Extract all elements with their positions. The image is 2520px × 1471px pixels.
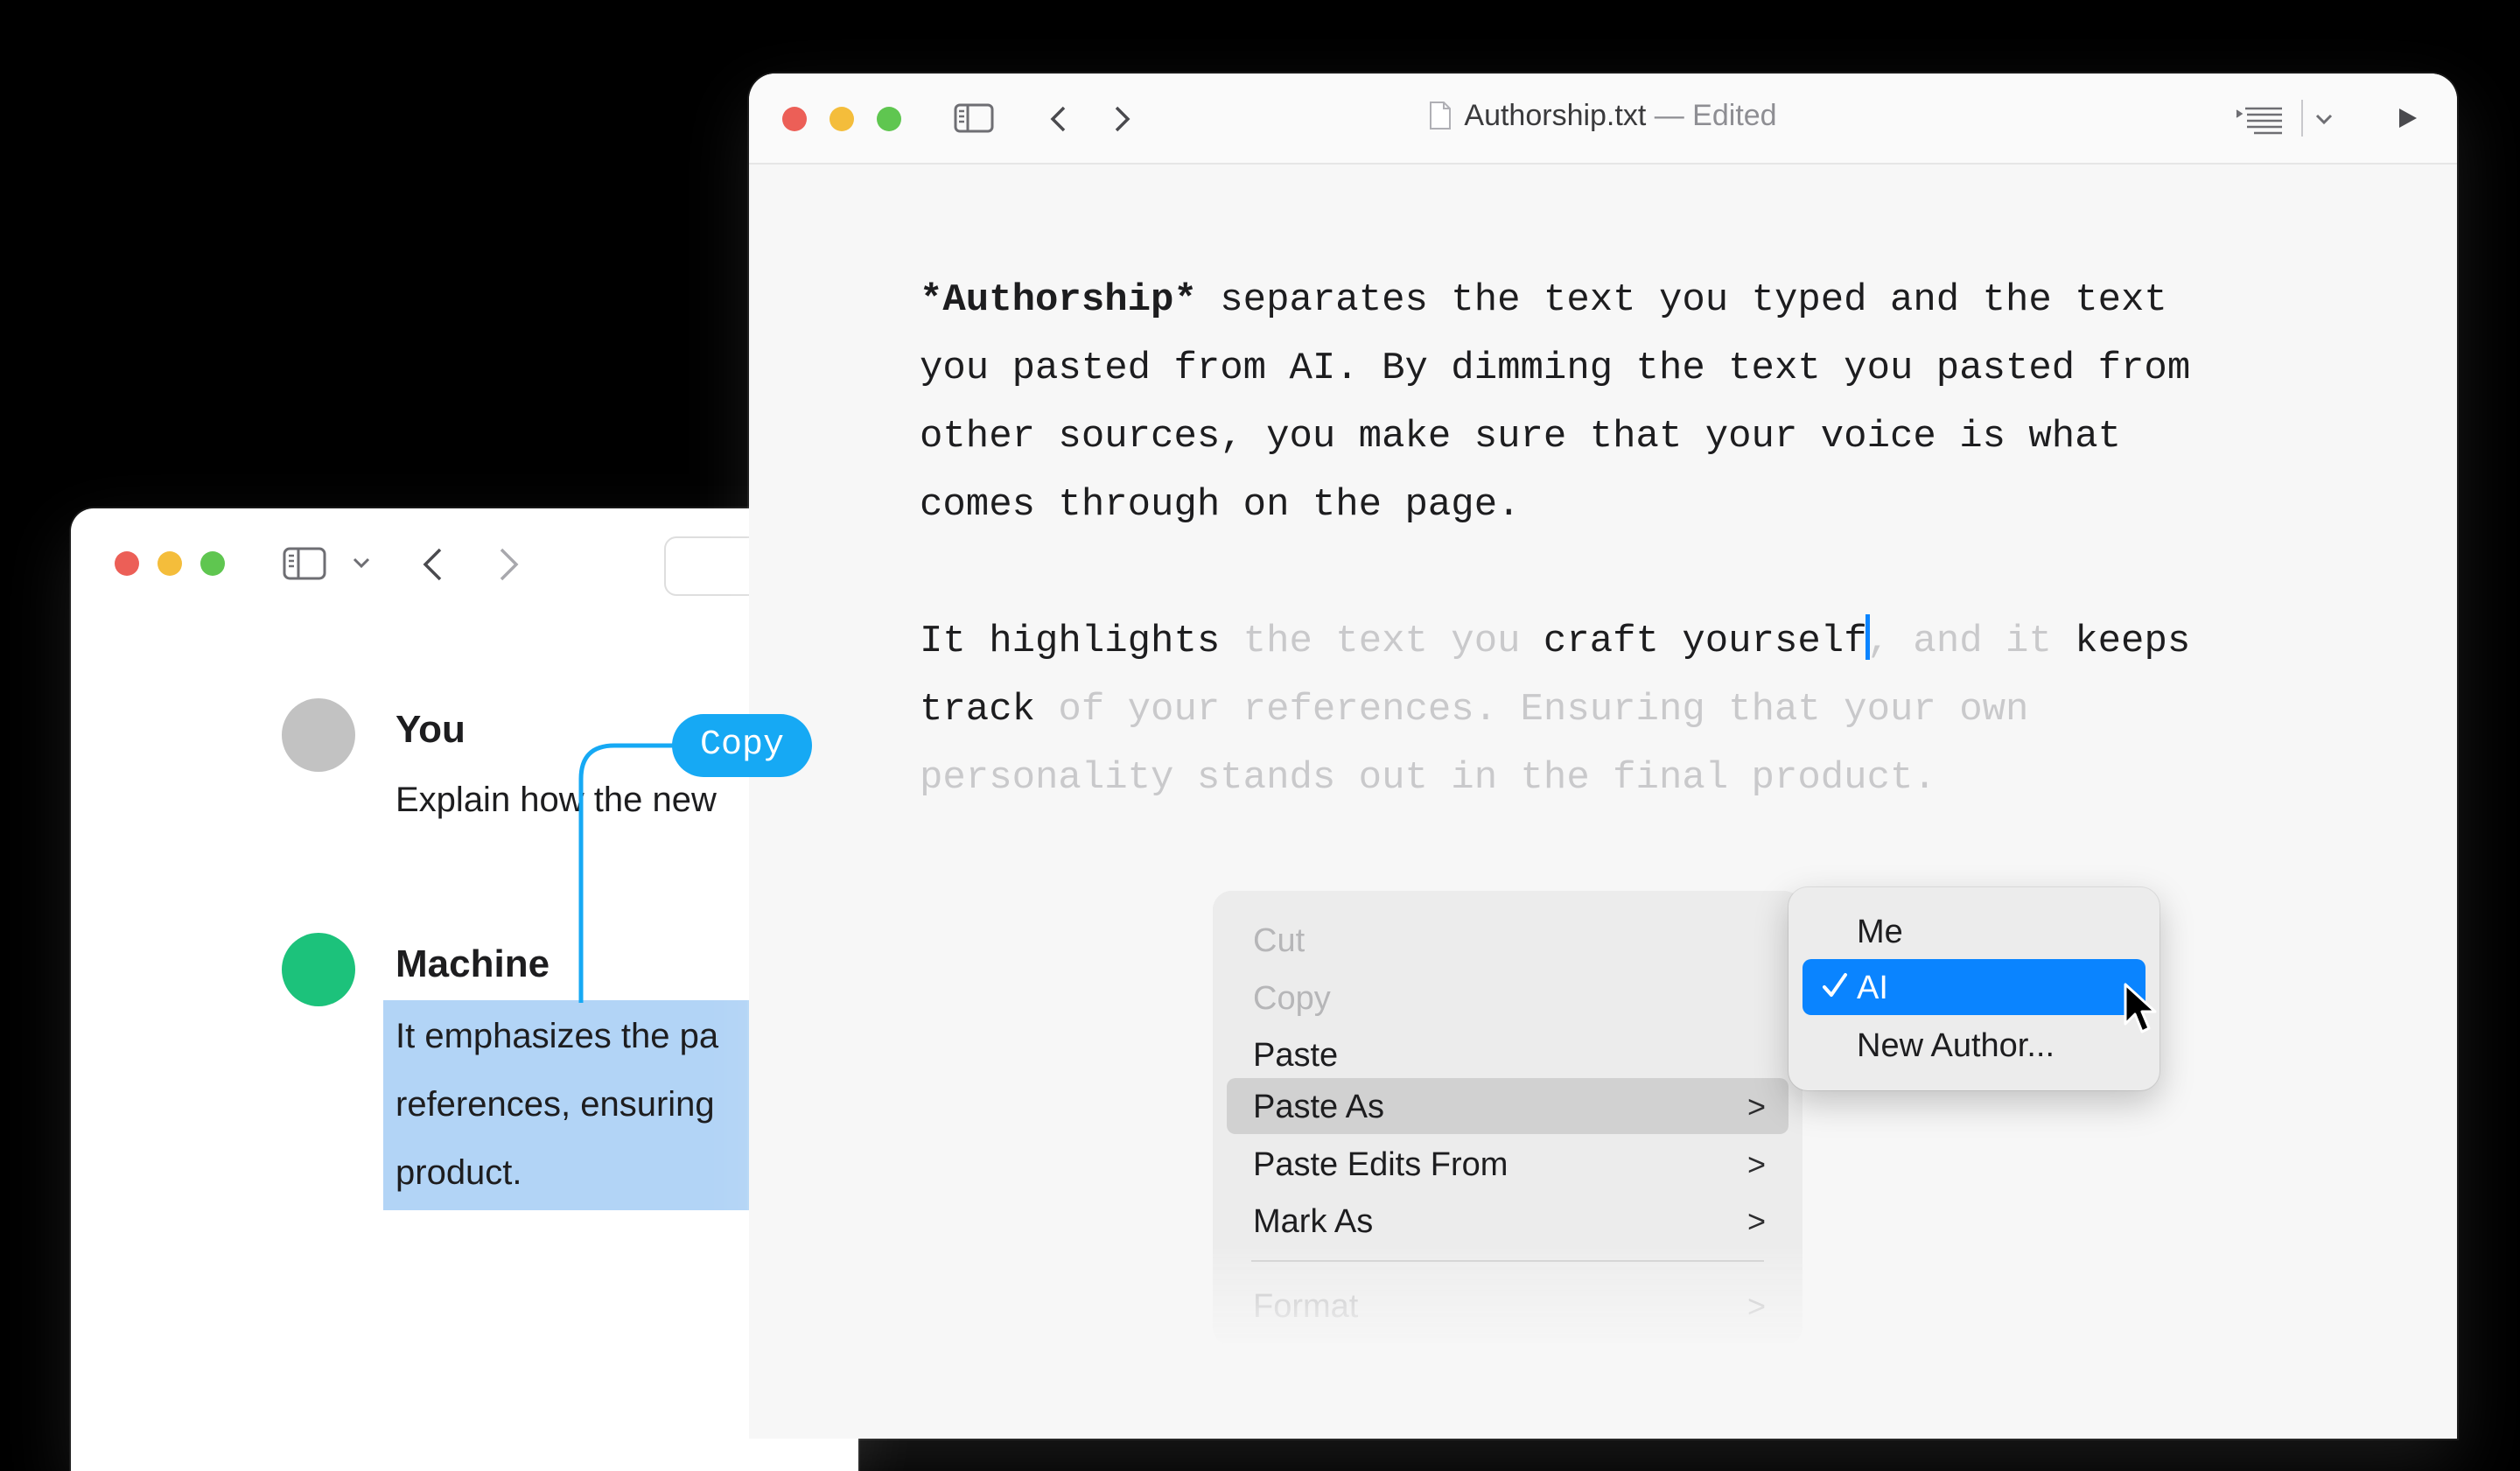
checkmark-icon <box>1822 970 1848 1010</box>
editor-text-area[interactable]: *Authorship* separates the text you type… <box>920 266 2320 812</box>
outline-icon[interactable] <box>2235 102 2291 137</box>
menu-item-mark-as[interactable]: Mark As > <box>1227 1193 1788 1249</box>
text-line: you pasted from AI. By dimming the text … <box>920 347 2191 390</box>
submenu-item-new-author[interactable]: New Author... <box>1802 1017 2146 1073</box>
menu-item-copy[interactable]: Copy <box>1227 970 1788 1026</box>
menu-item-cut[interactable]: Cut <box>1227 912 1788 968</box>
toolbar-divider <box>2301 100 2303 137</box>
editor-titlebar: Authorship.txt — Edited <box>749 74 2457 165</box>
edited-status: — Edited <box>1654 99 1777 132</box>
text-line: other sources, you make sure that your v… <box>920 415 2122 459</box>
menu-item-paste[interactable]: Paste <box>1227 1026 1788 1082</box>
paste-as-submenu: Me AI New Author... <box>1788 887 2160 1090</box>
menu-item-paste-as[interactable]: Paste As > <box>1227 1078 1788 1134</box>
window-title: Authorship.txt — Edited <box>749 99 2457 133</box>
menu-separator <box>1251 1260 1764 1262</box>
chevron-down-icon[interactable] <box>2315 114 2333 126</box>
submenu-item-ai[interactable]: AI <box>1802 959 2146 1015</box>
copy-label-badge: Copy <box>672 714 812 777</box>
text-line: track of your references. Ensuring that … <box>920 688 2029 732</box>
context-menu: Cut Copy Paste Paste As > Paste Edits Fro… <box>1213 891 1802 1346</box>
text-line: It highlights the text you craft yoursel… <box>920 607 2320 676</box>
document-icon <box>1430 102 1452 130</box>
document-filename: Authorship.txt <box>1464 99 1647 132</box>
bold-markdown-token: *Authorship* <box>920 278 1197 322</box>
menu-item-format[interactable]: Format > <box>1227 1278 1788 1334</box>
chevron-right-icon: > <box>1746 1288 1766 1324</box>
menu-item-paste-edits-from[interactable]: Paste Edits From > <box>1227 1136 1788 1192</box>
chevron-right-icon: > <box>1746 1146 1766 1182</box>
mouse-pointer-icon <box>2124 983 2157 1033</box>
chevron-right-icon: > <box>1746 1203 1766 1239</box>
submenu-item-me[interactable]: Me <box>1802 903 2146 959</box>
text-line: comes through on the page. <box>920 483 1521 527</box>
play-icon[interactable] <box>2398 107 2418 130</box>
text-line: *Authorship* separates the text you type… <box>920 278 2167 322</box>
chevron-right-icon: > <box>1746 1089 1766 1124</box>
text-line: personality stands out in the final prod… <box>920 756 1936 800</box>
